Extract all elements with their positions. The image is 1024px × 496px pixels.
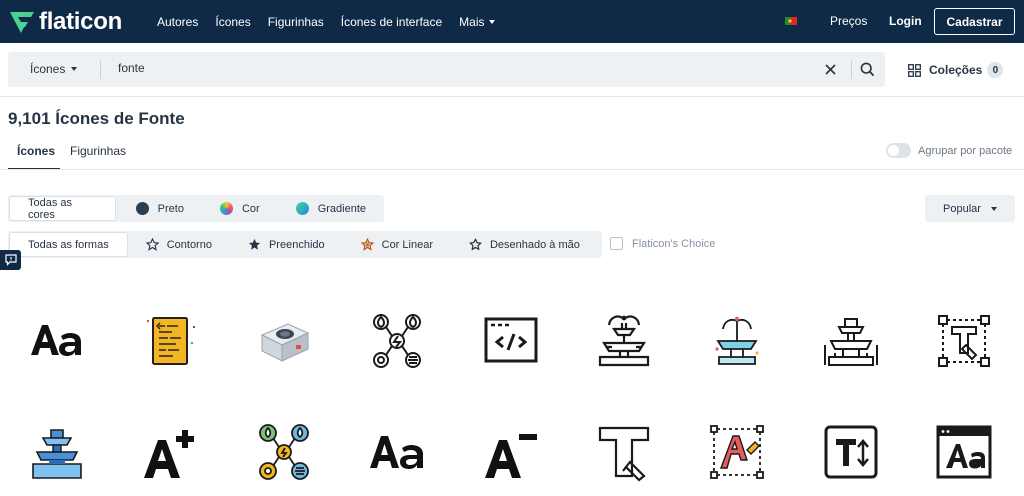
text-size-icon[interactable] [819,420,883,484]
power-supply-icon[interactable] [252,309,316,373]
chevron-down-icon [71,67,78,71]
logo-text: flaticon [39,8,122,35]
tab-stickers[interactable]: Figurinhas [70,144,126,158]
star-filled-icon [248,238,261,250]
fountain-icon[interactable] [592,309,656,373]
flaticon-choice-label: Flaticon's Choice [632,238,716,250]
filter-outline[interactable]: Contorno [128,231,230,258]
filter-label: Todas as formas [28,238,109,251]
code-window-icon[interactable] [479,309,543,373]
fountain-outline-icon[interactable] [819,309,883,373]
filter-gradient[interactable]: Gradiente [278,195,384,222]
fountain-color-icon[interactable] [705,309,769,373]
grid-icon [908,63,921,77]
nav-link-more[interactable]: Mais [459,14,495,29]
portugal-flag-icon[interactable] [785,17,797,25]
filter-hand-drawn[interactable]: Desenhado à mão [451,231,598,258]
filter-linear-color[interactable]: Cor Linear [343,231,451,258]
shape-filter-bar: Todas as formas Contorno Preenchido Cor … [8,231,602,258]
search-divider [851,60,852,79]
gradient-swatch-icon [295,202,309,215]
nav-link-interface-icons[interactable]: Ícones de interface [341,15,442,29]
filter-label: Contorno [166,238,212,251]
color-wheel-icon [219,202,233,215]
close-icon[interactable] [824,63,837,76]
font-aa-rounded-icon[interactable] [365,420,429,484]
font-window-icon[interactable] [932,420,996,484]
search-divider [100,60,101,79]
chevron-down-icon [488,19,495,24]
header-divider [0,96,1024,97]
filter-black[interactable]: Preto [116,195,202,222]
filter-all-shapes[interactable]: Todas as formas [9,232,128,257]
search-bar: Ícones [8,52,885,87]
star-outline-icon [145,238,159,251]
nav-link-icons[interactable]: Ícones [215,15,250,29]
decrease-font-icon[interactable] [479,420,543,484]
fountain-blue-icon[interactable] [25,420,89,484]
toggle-knob [888,145,899,156]
font-design-icon[interactable] [592,420,656,484]
filter-label: Desenhado à mão [489,238,580,251]
filter-label: Cor Linear [381,238,433,251]
black-swatch-icon [135,202,149,215]
color-filter-bar: Todas as cores Preto Cor Gradiente [8,195,384,222]
search-type-label: Ícones [30,62,66,76]
nav-login-link[interactable]: Login [889,14,922,28]
filter-label: Todas as cores [28,196,73,221]
star-hand-icon [469,238,482,251]
main-nav: Autores Ícones Figurinhas Ícones de inte… [157,0,512,43]
star-color-icon [360,238,374,251]
search-type-dropdown[interactable]: Ícones [30,62,78,76]
filter-label: Gradiente [317,202,366,215]
font-aa-icon[interactable] [25,309,89,373]
flaticon-logo-icon [10,12,34,33]
flaticon-choice-checkbox[interactable] [610,237,623,250]
tab-icons[interactable]: Ícones [17,144,55,158]
sort-dropdown[interactable]: Popular [925,195,1015,222]
collections-count-badge: 0 [987,62,1004,78]
top-navbar: flaticon Autores Ícones Figurinhas Ícone… [0,0,1024,43]
filter-label: Preenchido [268,238,325,251]
filter-label: Cor [241,202,260,215]
energy-network-icon[interactable] [365,309,429,373]
sort-label: Popular [943,202,981,215]
increase-font-icon[interactable] [138,420,202,484]
filter-all-colors[interactable]: Todas as cores [9,196,116,221]
nav-prices-link[interactable]: Preços [830,14,867,28]
filter-label: Preto [157,202,184,215]
nav-more-label: Mais [459,14,485,29]
tabs-divider [0,169,1024,170]
collections-button[interactable]: Coleções 0 [908,62,1004,78]
text-tool-icon[interactable] [932,309,996,373]
signup-button[interactable]: Cadastrar [934,8,1015,35]
group-by-pack-toggle[interactable] [886,143,911,158]
search-icon[interactable] [860,62,875,77]
filter-filled[interactable]: Preenchido [230,231,343,258]
nav-link-stickers[interactable]: Figurinhas [268,15,324,29]
energy-network-color-icon[interactable] [252,420,316,484]
collections-label: Coleções [929,63,983,77]
feedback-button[interactable] [0,250,21,270]
search-input[interactable] [118,61,798,75]
code-document-icon[interactable] [138,309,202,373]
nav-link-authors[interactable]: Autores [157,15,198,29]
chat-feedback-icon [4,254,17,266]
chevron-down-icon [990,206,997,211]
filter-color[interactable]: Cor [202,195,278,222]
page-title: 9,101 Ícones de Fonte [8,109,185,128]
group-by-pack-label: Agrupar por pacote [918,145,1013,157]
flaticon-logo[interactable]: flaticon [8,8,122,36]
font-editing-icon[interactable] [705,420,769,484]
